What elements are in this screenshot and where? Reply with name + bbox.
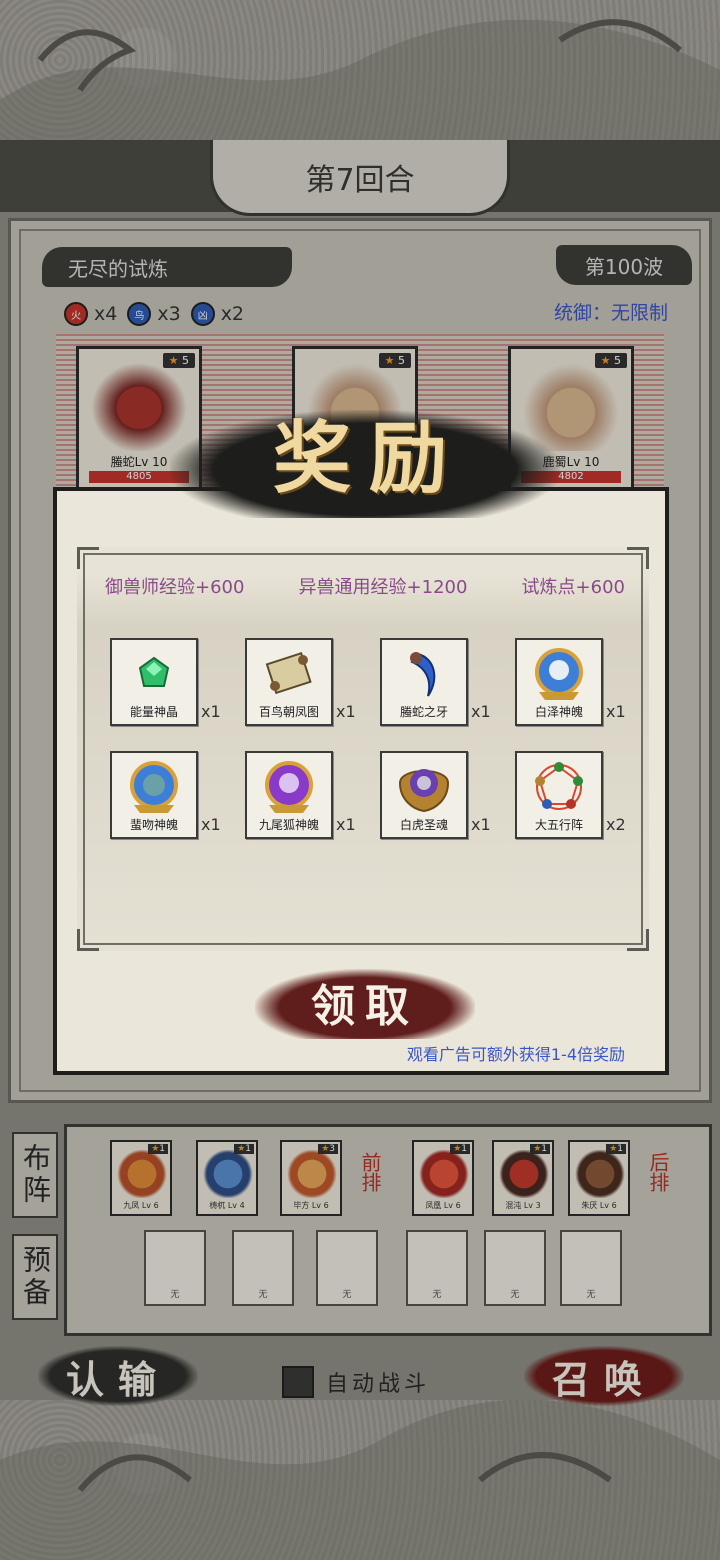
item-label: 白泽神魄 (534, 705, 583, 719)
reward-item[interactable]: 能量神晶 (110, 638, 198, 726)
beast-exp: 异兽通用经验+1200 (298, 577, 468, 598)
item-quantity: x1 (471, 702, 491, 721)
reward-item[interactable]: 螣蛇之牙 (380, 638, 468, 726)
item-quantity: x1 (336, 815, 356, 834)
fang-icon (396, 646, 452, 702)
item-quantity: x1 (201, 815, 221, 834)
reward-item[interactable]: 白虎圣魂 (380, 751, 468, 839)
reward-item[interactable]: 百鸟朝凤图 (245, 638, 333, 726)
chiwen-soul-orb-icon (126, 759, 182, 815)
item-label: 螣蛇之牙 (399, 705, 448, 719)
claim-button[interactable]: 领取 (255, 967, 475, 1037)
frame-corner (627, 547, 649, 569)
item-label: 蜚吻神魄 (129, 818, 178, 832)
baize-soul-orb-icon (531, 646, 587, 702)
green-gem-icon (126, 646, 182, 702)
five-elements-array-icon (531, 759, 587, 815)
item-quantity: x1 (336, 702, 356, 721)
experience-rewards: 御兽师经验+600 异兽通用经验+1200 试炼点+600 (105, 573, 625, 599)
item-label: 百鸟朝凤图 (258, 705, 319, 719)
frame-corner (77, 547, 99, 569)
item-quantity: x1 (201, 702, 221, 721)
frame-corner (77, 929, 99, 951)
reward-item[interactable]: 白泽神魄 (515, 638, 603, 726)
reward-item[interactable]: 蜚吻神魄 (110, 751, 198, 839)
item-label: 大五行阵 (534, 818, 583, 832)
item-quantity: x2 (606, 815, 626, 834)
reward-title-char: 奖 (272, 413, 351, 504)
reward-item[interactable]: 九尾狐神魄 (245, 751, 333, 839)
scroll-icon (261, 646, 317, 702)
trial-points: 试炼点+600 (521, 577, 625, 598)
item-label: 白虎圣魂 (399, 818, 448, 832)
reward-modal: 御兽师经验+600 异兽通用经验+1200 试炼点+600 能量神晶 x1 百鸟… (53, 487, 669, 1075)
tamer-exp: 御兽师经验+600 (105, 577, 245, 598)
item-quantity: x1 (471, 815, 491, 834)
white-tiger-soul-icon (396, 759, 452, 815)
reward-item[interactable]: 大五行阵 (515, 751, 603, 839)
reward-title: 奖 励 (240, 392, 480, 512)
reward-inner-frame (77, 547, 649, 951)
reward-title-char: 励 (369, 413, 448, 504)
item-quantity: x1 (606, 702, 626, 721)
ad-bonus-hint[interactable]: 观看广告可额外获得1-4倍奖励 (407, 1041, 625, 1065)
frame-corner (627, 929, 649, 951)
item-label: 能量神晶 (129, 705, 178, 719)
ninetail-soul-orb-icon (261, 759, 317, 815)
item-label: 九尾狐神魄 (258, 818, 319, 832)
